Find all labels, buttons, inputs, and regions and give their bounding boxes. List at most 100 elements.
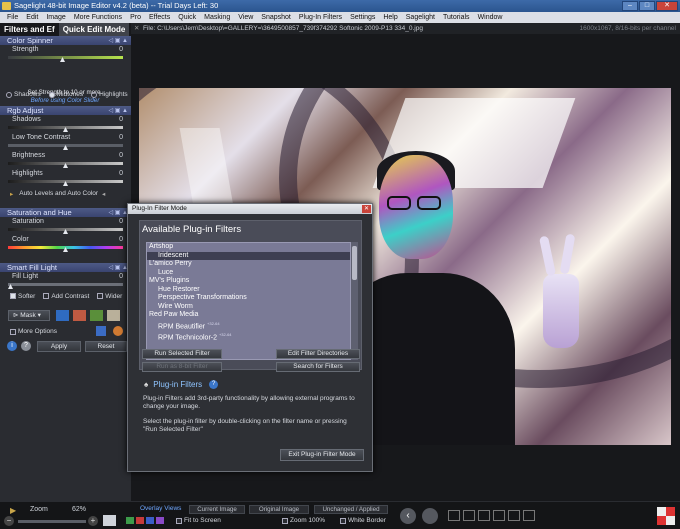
list-item[interactable]: Luce — [147, 269, 350, 278]
saturation-slider[interactable]: Saturation 0 — [0, 217, 131, 235]
fill-light-slider[interactable]: Fill Light 0 — [0, 272, 131, 290]
radio-midtones[interactable] — [48, 91, 55, 98]
fit-to-screen-checkbox[interactable] — [176, 517, 182, 524]
shadows-slider[interactable]: Shadows 0 — [0, 115, 131, 133]
strength-slider[interactable]: Strength 0 — [0, 45, 131, 63]
swatch[interactable] — [156, 517, 164, 524]
unchanged-applied-button[interactable]: Unchanged / Applied — [314, 505, 388, 514]
menu-plugin-filters[interactable]: Plug-In Filters — [295, 12, 346, 23]
layout-single-icon[interactable] — [448, 510, 460, 521]
menu-image[interactable]: Image — [42, 12, 69, 23]
eraser-tool-icon[interactable] — [107, 310, 120, 321]
section-color-spinner[interactable]: Color Spinner ◁ ▣ ▲ — [0, 36, 131, 45]
auto-levels-arrow-icon[interactable]: ◂ — [102, 190, 105, 198]
minimize-button[interactable]: – — [622, 1, 638, 11]
list-item[interactable]: Artshop — [147, 243, 350, 252]
info-icon[interactable]: i — [7, 341, 17, 351]
brush-tool-icon[interactable] — [56, 310, 69, 321]
zoom-100-option[interactable]: Zoom 100% — [280, 517, 325, 524]
arrow-icon[interactable]: ▶ — [10, 506, 16, 515]
fill-light-track[interactable] — [8, 283, 123, 286]
menu-tutorials[interactable]: Tutorials — [439, 12, 474, 23]
mask-button[interactable]: ⊳ Mask ▾ — [8, 310, 50, 321]
zoom-in-icon[interactable]: + — [88, 516, 98, 526]
fill-tool-icon[interactable] — [73, 310, 86, 321]
more-options-checkbox[interactable] — [10, 328, 16, 335]
menu-pro[interactable]: Pro — [126, 12, 145, 23]
menu-snapshot[interactable]: Snapshot — [257, 12, 295, 23]
list-scrollbar[interactable] — [351, 242, 358, 360]
list-item[interactable]: Perspective Transformations — [147, 294, 350, 303]
menu-help[interactable]: Help — [379, 12, 401, 23]
close-doc-icon[interactable]: ✕ — [134, 23, 139, 34]
edit-filter-directories-button[interactable]: Edit Filter Directories — [276, 349, 360, 359]
white-border-checkbox[interactable] — [340, 517, 346, 524]
record-icon[interactable] — [422, 508, 438, 524]
tab-filters-effects[interactable]: Filters and Ef — [0, 23, 59, 36]
more-options-row[interactable]: More Options — [8, 328, 57, 335]
tab-quick-edit[interactable]: Quick Edit Mode — [58, 23, 130, 36]
zoom-out-icon[interactable]: − — [4, 516, 14, 526]
menu-file[interactable]: File — [3, 12, 22, 23]
layout-filmstrip-icon[interactable] — [508, 510, 520, 521]
layout-compare-icon[interactable] — [523, 510, 535, 521]
menu-view[interactable]: View — [234, 12, 257, 23]
menu-masking[interactable]: Masking — [200, 12, 234, 23]
list-item[interactable]: Red Paw Media — [147, 311, 350, 320]
wider-checkbox[interactable] — [97, 293, 104, 299]
list-item[interactable]: RPM Technicolor-2 +32-64 — [147, 331, 350, 343]
fit-to-screen-option[interactable]: Fit to Screen — [174, 517, 221, 524]
close-button[interactable]: ✕ — [656, 1, 678, 11]
section-saturation-hue[interactable]: Saturation and Hue ◁ ▣ ▲ — [0, 208, 131, 217]
palette-icon[interactable] — [113, 326, 123, 336]
list-item[interactable]: Hue Restorer — [147, 286, 350, 295]
help-icon[interactable]: ? — [21, 341, 31, 351]
highlights-slider[interactable]: Highlights 0 — [0, 169, 131, 187]
white-border-option[interactable]: White Border — [338, 517, 386, 524]
back-icon[interactable]: ‹ — [400, 508, 416, 524]
menu-sagelight[interactable]: Sagelight — [402, 12, 439, 23]
list-item[interactable]: RPM Beautifier +32-64 — [147, 320, 350, 332]
zoom-slider[interactable] — [18, 520, 86, 523]
maximize-button[interactable]: □ — [639, 1, 655, 11]
reset-button[interactable]: Reset — [85, 341, 127, 352]
run-8bit-filter-button[interactable]: Run as 8-bit Filter — [142, 362, 222, 372]
search-for-filters-button[interactable]: Search for Filters — [276, 362, 360, 372]
menu-window[interactable]: Window — [474, 12, 507, 23]
auto-levels-icon[interactable]: ▸ — [10, 190, 13, 198]
swatch[interactable] — [136, 517, 144, 524]
original-image-button[interactable]: Original Image — [249, 505, 309, 514]
swatch[interactable] — [146, 517, 154, 524]
list-item[interactable]: MV's Plugins — [147, 277, 350, 286]
list-item-selected[interactable]: Iridescent — [147, 251, 350, 260]
zoom-100-checkbox[interactable] — [282, 517, 288, 524]
apply-button[interactable]: Apply — [37, 341, 81, 352]
brightness-slider[interactable]: Brightness 0 — [0, 151, 131, 169]
low-tone-contrast-slider[interactable]: Low Tone Contrast 0 — [0, 133, 131, 151]
strength-track[interactable] — [8, 56, 123, 59]
radio-highlights[interactable] — [91, 91, 98, 98]
list-item[interactable]: Wire Worm — [147, 303, 350, 312]
menu-settings[interactable]: Settings — [346, 12, 379, 23]
info-icon[interactable]: ? — [209, 380, 219, 389]
color-slider[interactable]: Color 0 — [0, 235, 131, 253]
current-image-button[interactable]: Current Image — [189, 505, 245, 514]
layout-quad-icon[interactable] — [478, 510, 490, 521]
section-smart-fill-light[interactable]: Smart Fill Light ◁ ▣ ▲ — [0, 263, 131, 272]
layout-grid-icon[interactable] — [493, 510, 505, 521]
menu-edit[interactable]: Edit — [22, 12, 42, 23]
add-contrast-checkbox[interactable] — [43, 293, 50, 299]
exit-plugin-mode-button[interactable]: Exit Plug-in Filter Mode — [280, 449, 364, 461]
menu-effects[interactable]: Effects — [145, 12, 174, 23]
pen-icon[interactable] — [96, 326, 106, 336]
gradient-tool-icon[interactable] — [90, 310, 103, 321]
window-icon[interactable] — [103, 515, 116, 526]
layout-split-icon[interactable] — [463, 510, 475, 521]
menu-more-functions[interactable]: More Functions — [70, 12, 126, 23]
auto-levels-row[interactable]: ▸ Auto Levels and Auto Color ◂ — [0, 187, 131, 200]
scrollbar-thumb[interactable] — [352, 246, 357, 280]
section-rgb-adjust[interactable]: Rgb Adjust ◁ ▣ ▲ — [0, 106, 131, 115]
run-selected-filter-button[interactable]: Run Selected Filter — [142, 349, 222, 359]
radio-shadows[interactable] — [6, 91, 12, 98]
softer-checkbox[interactable] — [10, 293, 16, 299]
